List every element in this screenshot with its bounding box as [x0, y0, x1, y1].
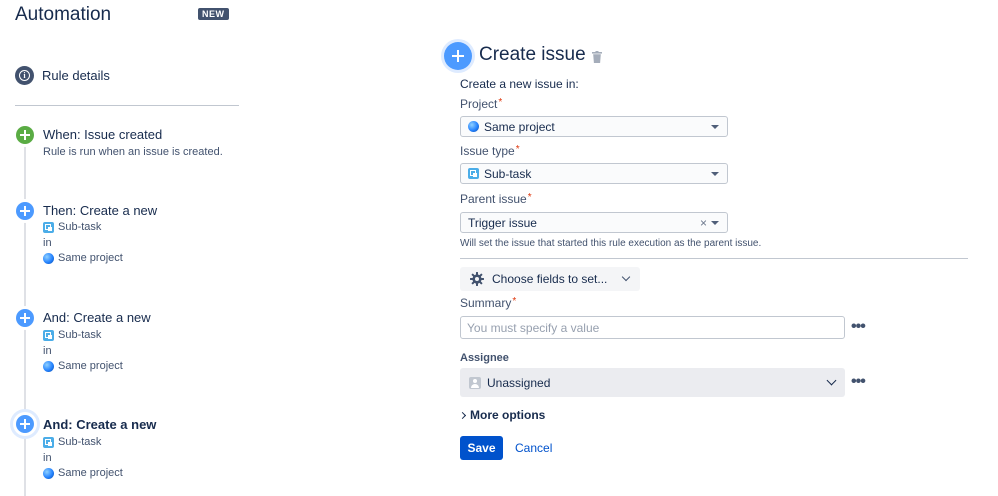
app-title: Automation: [15, 4, 112, 25]
required-mark: *: [512, 296, 517, 307]
issue-type-select[interactable]: Sub-task: [460, 163, 728, 184]
section-label: Create a new issue in:: [460, 77, 579, 91]
gear-icon: [470, 272, 484, 286]
assignee-select[interactable]: Unassigned: [460, 368, 845, 397]
avatar-icon: [469, 376, 481, 389]
assignee-more-icon[interactable]: •••: [851, 374, 866, 390]
parent-issue-value: Trigger issue: [468, 215, 537, 230]
action-2-connector: in: [43, 345, 52, 357]
project-icon: [43, 360, 54, 372]
issue-type-label: Issue type*: [460, 144, 520, 158]
action-1-project: Same project: [43, 252, 123, 264]
required-mark: *: [498, 97, 503, 108]
summary-label-text: Summary: [460, 296, 512, 310]
info-icon[interactable]: i: [15, 66, 34, 85]
project-icon: [43, 252, 54, 264]
action-2-issue-type-label: Sub-task: [58, 329, 102, 341]
choose-fields-button[interactable]: Choose fields to set...: [460, 267, 640, 291]
rule-details-link[interactable]: Rule details: [42, 68, 110, 83]
caret-down-icon: [711, 125, 719, 129]
action-3-connector: in: [43, 452, 52, 464]
issue-type-label-text: Issue type: [460, 144, 515, 158]
new-badge: NEW: [198, 8, 229, 20]
action-1-issue-type-label: Sub-task: [58, 221, 102, 233]
parent-issue-label-text: Parent issue: [460, 192, 527, 206]
required-mark: *: [515, 144, 520, 155]
caret-down-icon: [711, 172, 719, 176]
trash-icon[interactable]: [592, 51, 602, 63]
cancel-button[interactable]: Cancel: [515, 441, 552, 455]
action-1-connector: in: [43, 237, 52, 249]
action-3-project: Same project: [43, 467, 123, 479]
more-options-label: More options: [470, 408, 546, 422]
action-3-issue-type: Sub-task: [43, 436, 101, 448]
action-2-project: Same project: [43, 360, 123, 372]
action-1-project-label: Same project: [58, 252, 123, 264]
action-2-title[interactable]: And: Create a new: [43, 310, 151, 325]
parent-issue-label: Parent issue*: [460, 192, 532, 206]
project-label-text: Project: [460, 97, 498, 111]
issue-type-value: Sub-task: [484, 166, 532, 181]
project-select[interactable]: Same project: [460, 116, 728, 137]
subtask-icon: [43, 221, 54, 233]
action-add-icon[interactable]: [16, 309, 34, 327]
action-1-issue-type: Sub-task: [43, 221, 101, 233]
project-label: Project*: [460, 97, 502, 111]
action-add-icon[interactable]: [16, 202, 34, 220]
create-issue-icon: [444, 42, 472, 70]
trigger-title[interactable]: When: Issue created: [43, 127, 162, 142]
chevron-down-icon: [622, 272, 631, 282]
caret-down-icon: [711, 221, 719, 225]
required-mark: *: [527, 192, 532, 203]
more-options-toggle[interactable]: More options: [458, 408, 546, 422]
chevron-down-icon: [826, 375, 837, 386]
subtask-icon: [43, 436, 54, 448]
chevron-right-icon: [458, 411, 467, 419]
action-3-title[interactable]: And: Create a new: [43, 417, 156, 432]
summary-input[interactable]: [460, 316, 845, 339]
summary-label: Summary*: [460, 296, 516, 310]
action-2-project-label: Same project: [58, 360, 123, 372]
subtask-icon: [43, 329, 54, 341]
save-button[interactable]: Save: [460, 436, 503, 460]
panel-divider: [460, 258, 968, 259]
project-icon: [43, 467, 54, 479]
trigger-add-icon[interactable]: [16, 126, 34, 144]
parent-issue-helper: Will set the issue that started this rul…: [460, 238, 762, 249]
assignee-value: Unassigned: [487, 375, 551, 390]
trigger-description: Rule is run when an issue is created.: [43, 146, 223, 158]
assignee-label: Assignee: [460, 352, 509, 364]
project-value: Same project: [484, 119, 555, 134]
action-add-icon[interactable]: [16, 415, 34, 433]
action-3-project-label: Same project: [58, 467, 123, 479]
sidebar-divider: [15, 105, 239, 106]
parent-issue-select[interactable]: Trigger issue ×: [460, 212, 728, 233]
action-2-issue-type: Sub-task: [43, 329, 101, 341]
panel-title: Create issue: [479, 44, 586, 65]
clear-icon[interactable]: ×: [700, 216, 707, 230]
subtask-icon: [468, 168, 479, 179]
action-1-title[interactable]: Then: Create a new: [43, 203, 157, 218]
choose-fields-label: Choose fields to set...: [492, 272, 608, 286]
action-3-issue-type-label: Sub-task: [58, 436, 102, 448]
summary-more-icon[interactable]: •••: [851, 319, 866, 335]
project-icon: [468, 121, 479, 132]
